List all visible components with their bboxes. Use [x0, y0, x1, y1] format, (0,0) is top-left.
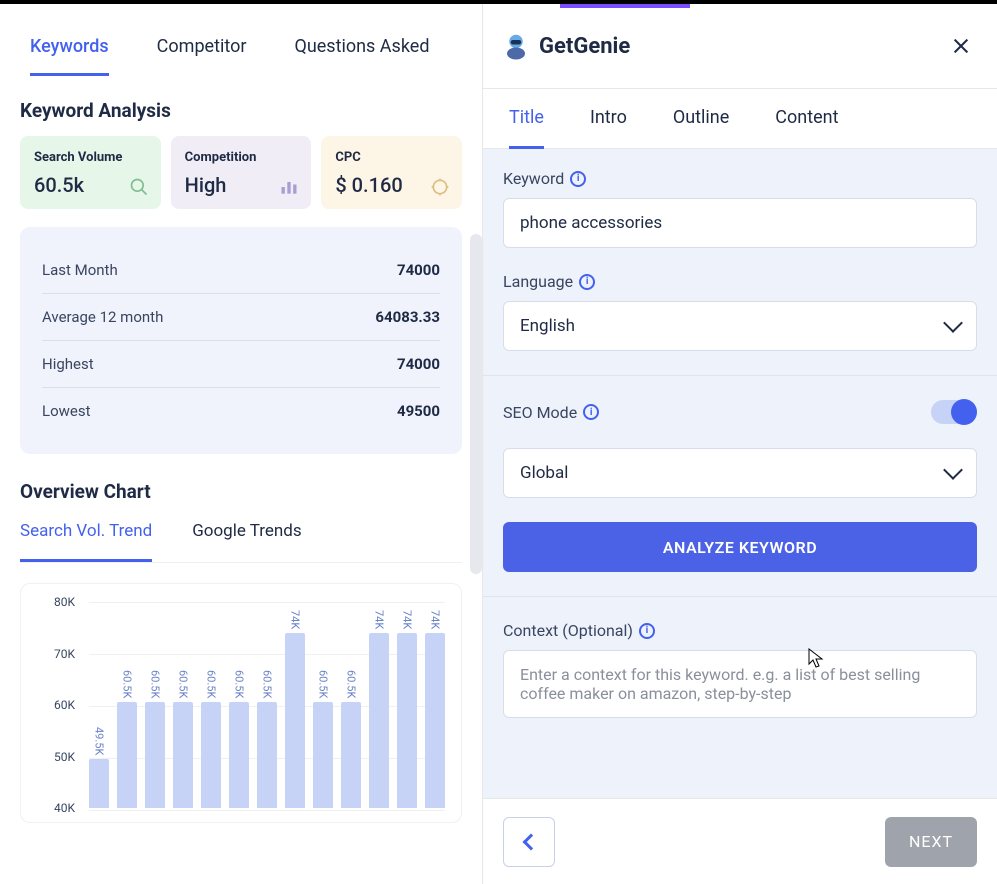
tab-title[interactable]: Title	[509, 89, 544, 149]
region-value: Global	[520, 463, 568, 483]
tab-search-vol-trend[interactable]: Search Vol. Trend	[20, 521, 152, 562]
chevron-down-icon	[943, 460, 963, 480]
keyword-label: Keyword i	[503, 169, 977, 188]
stat-row: Lowest49500	[42, 388, 440, 434]
tab-google-trends[interactable]: Google Trends	[192, 521, 301, 562]
tab-questions-asked[interactable]: Questions Asked	[294, 36, 429, 76]
card-search-volume: Search Volume 60.5k	[20, 136, 161, 209]
overview-title: Overview Chart	[20, 480, 462, 503]
genie-logo-icon	[501, 31, 531, 61]
next-button[interactable]: NEXT	[885, 817, 977, 867]
language-label: Language i	[503, 272, 977, 291]
back-button[interactable]	[503, 817, 555, 867]
stat-row: Highest74000	[42, 341, 440, 388]
tab-content[interactable]: Content	[775, 89, 838, 149]
overview-chart: 80K70K60K50K40K 49.5K60.5K60.5K60.5K60.5…	[20, 583, 462, 823]
seo-mode-toggle[interactable]	[931, 400, 977, 424]
stat-row: Last Month74000	[42, 247, 440, 294]
info-icon[interactable]: i	[583, 404, 599, 420]
context-input[interactable]: Enter a context for this keyword. e.g. a…	[503, 650, 977, 718]
context-label: Context (Optional) i	[503, 621, 977, 640]
stats-box: Last Month74000 Average 12 month64083.33…	[20, 227, 462, 454]
card-label: Search Volume	[34, 150, 147, 165]
chevron-down-icon	[943, 313, 963, 333]
tab-intro[interactable]: Intro	[590, 89, 627, 149]
tab-competitor[interactable]: Competitor	[157, 36, 247, 76]
brand-name: GetGenie	[539, 34, 630, 59]
trend-tabs: Search Vol. Trend Google Trends	[20, 521, 462, 563]
tab-outline[interactable]: Outline	[673, 89, 729, 149]
bars-icon	[279, 177, 299, 197]
card-label: CPC	[335, 150, 448, 165]
card-competition: Competition High	[171, 136, 312, 209]
left-tabs: Keywords Competitor Questions Asked	[0, 26, 482, 86]
scrollbar[interactable]	[470, 234, 482, 574]
keyword-input[interactable]	[503, 198, 977, 248]
close-icon[interactable]	[949, 34, 973, 58]
info-icon[interactable]: i	[570, 171, 586, 187]
card-cpc: CPC $ 0.160	[321, 136, 462, 209]
language-value: English	[520, 316, 575, 336]
brand: GetGenie	[501, 31, 630, 61]
section-title: Keyword Analysis	[20, 99, 462, 122]
target-icon	[430, 177, 450, 197]
info-icon[interactable]: i	[639, 623, 655, 639]
region-select[interactable]: Global	[503, 448, 977, 498]
card-label: Competition	[185, 150, 298, 165]
seo-mode-label: SEO Mode i	[503, 403, 599, 422]
language-select[interactable]: English	[503, 301, 977, 351]
tab-keywords[interactable]: Keywords	[30, 36, 109, 76]
stat-row: Average 12 month64083.33	[42, 294, 440, 341]
analyze-keyword-button[interactable]: ANALYZE KEYWORD	[503, 522, 977, 572]
search-icon	[129, 177, 149, 197]
right-tabs: Title Intro Outline Content	[483, 89, 997, 149]
info-icon[interactable]: i	[579, 274, 595, 290]
chevron-left-icon	[523, 833, 540, 850]
